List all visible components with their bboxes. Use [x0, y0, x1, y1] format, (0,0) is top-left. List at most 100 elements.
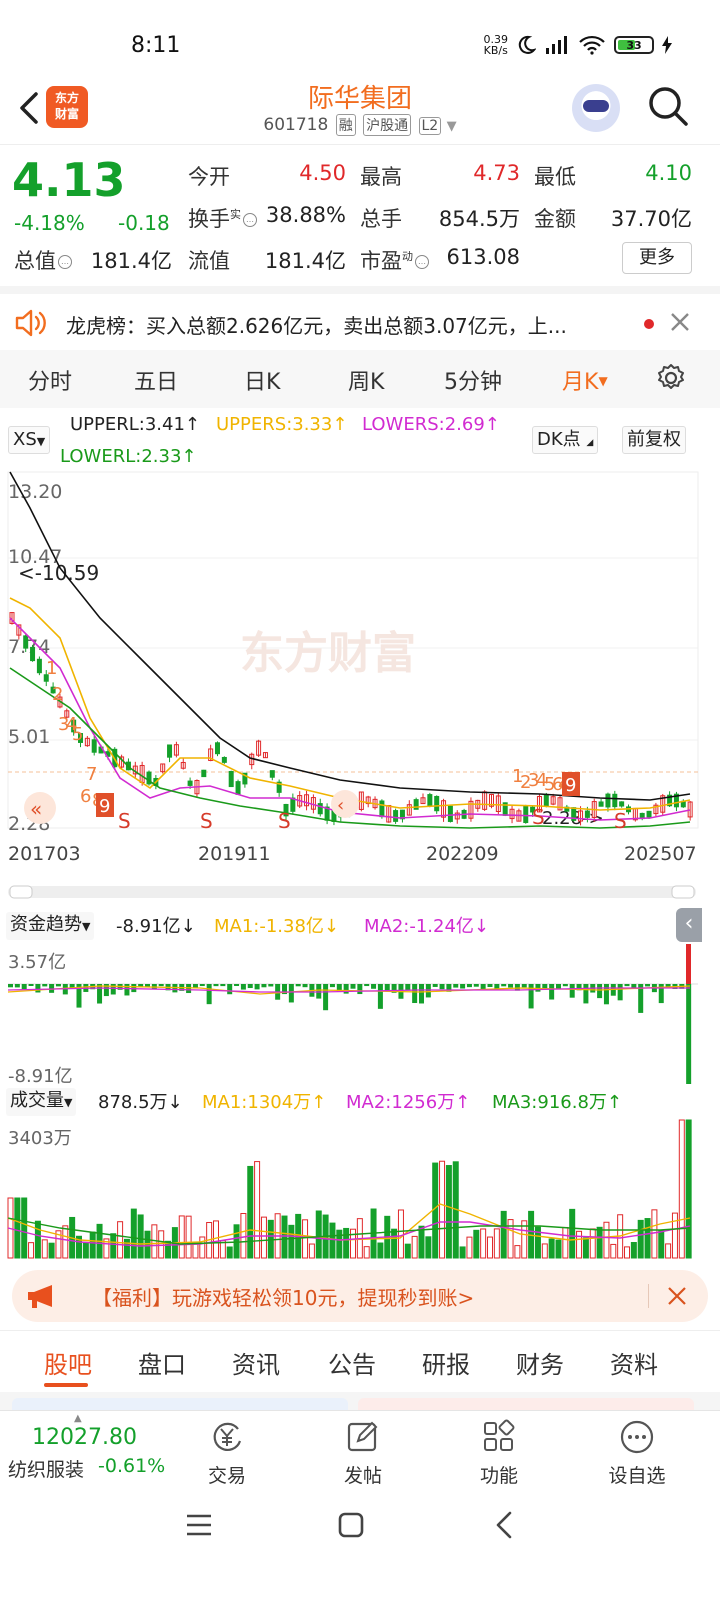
volume-bar	[603, 1221, 610, 1259]
tab-daily-k[interactable]: 日K	[244, 364, 280, 396]
home-icon[interactable]	[336, 1510, 366, 1540]
seq-mark: 5	[72, 724, 83, 745]
chart-area[interactable]: XS▼ UPPERL:3.41↑ UPPERS:3.33↑ LOWERS:2.6…	[0, 408, 720, 1268]
megaphone-icon	[28, 1285, 52, 1308]
fund-bar	[350, 984, 356, 989]
tab-weekly-k[interactable]: 周K	[348, 364, 384, 396]
fund-indicator-select[interactable]: 资金趋势▼	[6, 912, 95, 940]
speaker-icon	[15, 309, 46, 337]
info-icon[interactable]: …	[58, 255, 72, 269]
fund-bar	[425, 984, 431, 998]
tab-profile[interactable]: 资料	[610, 1345, 658, 1380]
add-watchlist-button[interactable]: 设自选	[582, 1411, 692, 1491]
functions-button[interactable]: 功能	[444, 1411, 554, 1491]
kline-indicator-select[interactable]: XS▼	[8, 426, 51, 454]
back-icon[interactable]	[492, 1510, 516, 1540]
trade-label: 交易	[207, 1465, 246, 1487]
volume-bar	[123, 1238, 130, 1259]
sector-index[interactable]: ▲ 12027.80 纺织服装 -0.61%	[0, 1411, 170, 1491]
menu-icon[interactable]	[184, 1512, 214, 1538]
fund-bar	[124, 984, 130, 996]
tab-intraday[interactable]: 分时	[28, 364, 72, 396]
gear-icon[interactable]	[656, 363, 686, 393]
edit-icon	[347, 1421, 378, 1452]
sell-mark: S	[614, 809, 627, 833]
fund-bar	[247, 984, 253, 989]
battery-level: 33	[626, 39, 642, 52]
time-scrollbar[interactable]	[8, 885, 696, 899]
fund-bar	[432, 984, 438, 987]
kline-indicator-label: XS	[13, 429, 37, 450]
volume-bar	[288, 1224, 295, 1259]
dragon-tiger-notice[interactable]: 龙虎榜：买入总额2.626亿元，卖出总额3.07亿元，上...	[0, 286, 720, 350]
volume-indicator-select[interactable]: 成交量▼	[6, 1088, 77, 1116]
scroll-left-icon[interactable]: «	[30, 797, 42, 821]
fund-bar	[288, 984, 294, 1003]
info-icon[interactable]: …	[415, 255, 429, 269]
tab-five-day[interactable]: 五日	[134, 364, 178, 396]
assistant-robot-icon[interactable]	[572, 84, 620, 132]
post-button[interactable]: 发帖	[308, 1411, 418, 1491]
fund-value: -8.91亿↓	[116, 916, 196, 937]
volume-bar	[418, 1225, 425, 1259]
caret-down-icon: ▼	[64, 1096, 73, 1109]
fund-bar	[419, 984, 424, 1004]
volume-bar	[192, 1243, 199, 1259]
seq-mark: 9	[565, 775, 576, 796]
tab-5min[interactable]: 5分钟	[444, 364, 502, 396]
volume-bar	[226, 1246, 233, 1259]
fund-bar	[343, 984, 349, 994]
volume-bar	[397, 1209, 404, 1259]
tab-guba[interactable]: 股吧	[44, 1345, 92, 1380]
scroll-left-icon[interactable]: ‹	[337, 795, 344, 816]
fund-bar	[521, 984, 527, 988]
fund-bar	[261, 984, 267, 988]
adjust-button[interactable]: 前复权	[622, 426, 686, 454]
system-nav-bar	[0, 1490, 720, 1600]
fund-bar	[172, 984, 178, 993]
quote-panel: 4.13 -4.18% -0.18 今开 4.50 最高 4.73 最低 4.1…	[0, 144, 720, 286]
fund-bar	[439, 984, 445, 990]
fund-bars	[8, 944, 692, 1084]
close-icon[interactable]	[666, 1285, 688, 1307]
volume-value: 878.5万↓	[98, 1092, 183, 1113]
amount-label: 金额	[534, 207, 576, 231]
tab-research[interactable]: 研报	[422, 1345, 470, 1380]
market-cap-label: 总值…	[14, 245, 72, 275]
caret-up-icon: ▲	[74, 1413, 82, 1424]
fund-bar	[21, 984, 27, 990]
fund-bar	[562, 984, 568, 987]
float-cap-label: 流值	[188, 249, 230, 273]
tab-monthly-k-label: 月K	[562, 370, 599, 395]
last-price: 4.13	[12, 153, 126, 207]
dk-point-button[interactable]: DK点 ◢	[532, 426, 599, 454]
volume-bar	[21, 1197, 28, 1259]
volume-bar	[610, 1243, 617, 1259]
tab-announcements[interactable]: 公告	[328, 1345, 376, 1380]
volume-bar	[569, 1208, 576, 1259]
volume-ma2: MA2:1256万↑	[346, 1092, 471, 1113]
tab-finance[interactable]: 财务	[516, 1345, 564, 1380]
status-time: 8:11	[131, 33, 181, 58]
tab-monthly-k[interactable]: 月K▼	[562, 364, 608, 396]
promo-banner[interactable]: 【福利】玩游戏轻松领10元，提现秒到账>	[12, 1270, 708, 1322]
tab-news[interactable]: 资讯	[232, 1345, 280, 1380]
fund-bar	[549, 984, 555, 1000]
volume-bar	[254, 1161, 261, 1259]
more-button[interactable]: 更多	[622, 242, 692, 274]
volume-bar	[514, 1245, 521, 1259]
fund-bar	[603, 984, 609, 1005]
volume-bar	[658, 1230, 665, 1259]
market-cap-value: 181.4亿	[90, 249, 172, 273]
turnover-label-text: 换手	[188, 207, 230, 231]
fund-bar	[453, 984, 459, 988]
trade-button[interactable]: 交易	[172, 1411, 282, 1491]
collapse-panel-icon[interactable]: ‹	[676, 908, 702, 942]
volume-value: 854.5万	[438, 207, 520, 231]
fund-ma2: MA2:-1.24亿↓	[364, 916, 490, 937]
status-bar: 8:11 0.39 KB/s 33	[0, 0, 720, 76]
search-icon[interactable]	[646, 84, 690, 128]
content-tabs: 股吧 盘口 资讯 公告 研报 财务 资料	[0, 1330, 720, 1392]
close-icon[interactable]	[668, 310, 692, 334]
tab-orderbook[interactable]: 盘口	[138, 1345, 186, 1380]
